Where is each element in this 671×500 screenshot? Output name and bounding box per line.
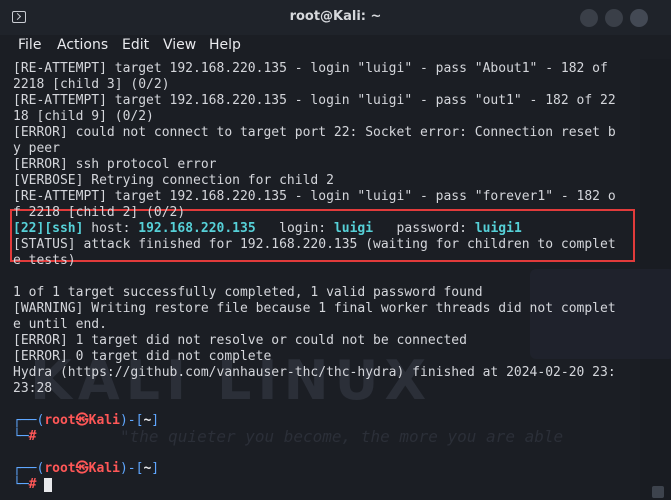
found-credentials-line: [22][ssh] host: 192.168.220.135 login: l…: [13, 221, 522, 236]
prompt-host: Kali: [88, 413, 120, 428]
summary-line: Hydra (https://github.com/vanhauser-thc/…: [13, 365, 616, 380]
found-service: ssh: [52, 221, 76, 236]
menu-edit[interactable]: Edit: [122, 37, 149, 53]
output-line: y peer: [13, 141, 60, 156]
scroll-corner-icon[interactable]: [652, 486, 664, 498]
prompt-line: ┌──(root㉿Kali)-[~]: [13, 413, 160, 428]
menu-actions[interactable]: Actions: [57, 37, 108, 53]
output-line: f 2218 [child 2] (0/2): [13, 205, 186, 220]
summary-line: [WARNING] Writing restore file because 1…: [13, 301, 616, 316]
output-line: [RE-ATTEMPT] target 192.168.220.135 - lo…: [13, 93, 616, 108]
found-port: 22: [20, 221, 37, 236]
output-line: [RE-ATTEMPT] target 192.168.220.135 - lo…: [13, 61, 608, 76]
prompt-path: ~: [143, 461, 152, 476]
prompt-path: ~: [143, 413, 152, 428]
title-bar: root@Kali: ~: [0, 0, 671, 35]
prompt-host: Kali: [88, 461, 120, 476]
prompt-symbol: #: [28, 477, 37, 492]
summary-line: [13, 269, 653, 285]
prompt-line: ┌──(root㉿Kali)-[~]: [13, 461, 160, 476]
summary-line: 1 of 1 target successfully completed, 1 …: [13, 285, 483, 300]
output-line: 18 [child 9] (0/2): [13, 109, 154, 124]
status-line: [STATUS] attack finished for 192.168.220…: [13, 237, 616, 252]
summary-line: 23:28: [13, 381, 53, 396]
window-title: root@Kali: ~: [289, 9, 382, 24]
output-line: [ERROR] ssh protocol error: [13, 157, 217, 172]
prompt-user: root: [44, 461, 76, 476]
status-line: e tests): [13, 253, 76, 268]
text-cursor[interactable]: [44, 477, 53, 492]
password-label: password:: [373, 221, 475, 236]
menu-help[interactable]: Help: [209, 37, 241, 53]
menu-file[interactable]: File: [18, 37, 41, 53]
prompt-at: ㉿: [75, 461, 89, 476]
close-button[interactable]: [630, 9, 648, 27]
summary-line: e until end.: [13, 317, 107, 332]
minimize-button[interactable]: [580, 9, 598, 27]
prompt-user: root: [44, 413, 76, 428]
host-label: host:: [83, 221, 139, 236]
output-line: 2218 [child 3] (0/2): [13, 77, 170, 92]
prompt-line: └─#: [13, 429, 37, 444]
output-line: [VERBOSE] Retrying connection for child …: [13, 173, 334, 188]
summary-line: [ERROR] 0 target did not complete: [13, 349, 272, 364]
summary-line: [13, 397, 653, 413]
terminal-output[interactable]: KALI LINUX "the quieter you become, the …: [0, 59, 671, 500]
prompt-at: ㉿: [75, 413, 89, 428]
prompt-line: └─#: [13, 477, 653, 493]
login-label: login:: [255, 221, 334, 236]
found-login: luigi: [333, 221, 374, 236]
maximize-button[interactable]: [605, 9, 623, 27]
prompt-symbol: #: [28, 429, 37, 444]
output-line: [RE-ATTEMPT] target 192.168.220.135 - lo…: [13, 189, 616, 204]
output-line: [ERROR] could not connect to target port…: [13, 125, 616, 140]
menu-bar: File Actions Edit View Help: [0, 35, 671, 59]
summary-line: [ERROR] 1 target did not resolve or coul…: [13, 333, 467, 348]
found-host: 192.168.220.135: [138, 221, 256, 236]
found-password: luigi1: [474, 221, 522, 236]
menu-view[interactable]: View: [163, 37, 196, 53]
